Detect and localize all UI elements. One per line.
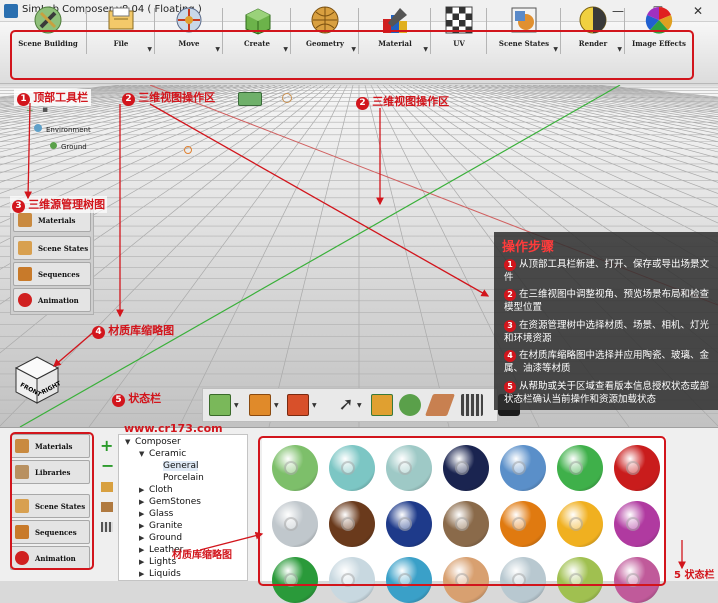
library-tree-label: Liquids: [149, 569, 181, 579]
annotation-viewport-right: 2 三维视图操作区: [356, 93, 449, 110]
scene-states-button[interactable]: Scene States: [13, 236, 91, 260]
ground-icon: [50, 142, 57, 149]
annotation-toolbar: 1 顶部工具栏: [14, 89, 92, 106]
library-tools: + −: [96, 434, 118, 544]
fit-view-icon[interactable]: [371, 394, 393, 416]
select-cube-icon[interactable]: [209, 394, 231, 416]
folder-icon[interactable]: [101, 482, 113, 492]
library-tree-item[interactable]: ▶ GemStones: [139, 497, 201, 507]
resource-panel: Materials Scene States Sequences Animati…: [10, 203, 94, 315]
status-bar-annotation-label: 5 状态栏: [674, 570, 715, 581]
library-tree-label: GemStones: [149, 497, 201, 507]
annotation-resource-tree: 3 三维源管理树图: [10, 196, 108, 213]
sequences-icon: [18, 267, 32, 281]
library-tree-label: Cloth: [149, 485, 173, 495]
library-tree-item[interactable]: General: [153, 461, 199, 471]
step-item: 4 在材质库缩略图中选择并应用陶瓷、玻璃、金属、油漆等材质: [504, 350, 710, 374]
library-tree-label: Granite: [149, 521, 183, 531]
camera-icon[interactable]: [238, 92, 262, 106]
chevron-right-icon[interactable]: ▶: [139, 570, 149, 578]
step-item: 3 在资源管理树中选择材质、场景、相机、灯光和环境资源: [504, 320, 710, 344]
library-tree-item[interactable]: ▼ Ceramic: [139, 449, 186, 459]
view-cube[interactable]: FRONT RIGHT: [14, 355, 63, 405]
chevron-down-icon[interactable]: ▼: [125, 438, 135, 446]
button-label: Scene States: [38, 244, 89, 253]
tree-item-label: Ground: [61, 143, 87, 151]
library-tree-label: Ceramic: [149, 449, 187, 459]
grid-toggle-icon[interactable]: [461, 394, 483, 416]
chevron-right-icon[interactable]: ▶: [139, 558, 149, 566]
library-tree-label: Glass: [149, 509, 174, 519]
annotation-thumbnails: 4 材质库缩略图: [92, 322, 174, 339]
step-item: 2 在三维视图中调整视角、预览场景布局和检查模型位置: [504, 289, 710, 313]
floor-icon[interactable]: [424, 394, 456, 416]
library-tree-label: Composer: [135, 437, 181, 447]
chevron-right-icon[interactable]: ▶: [139, 498, 149, 506]
step-item: 5 从帮助或关于区域查看版本信息授权状态或部状态栏确认当前操作和资源加载状态: [504, 381, 710, 405]
library-tree-item[interactable]: ▶ Cloth: [139, 485, 173, 495]
library-tree-item[interactable]: ▶ Lights: [139, 557, 176, 567]
add-icon[interactable]: +: [100, 436, 113, 455]
animation-button[interactable]: Animation: [13, 288, 91, 312]
materials-icon: [18, 213, 32, 227]
library-tree-item[interactable]: ▶ Granite: [139, 521, 182, 531]
import-icon[interactable]: [101, 502, 113, 512]
chevron-down-icon[interactable]: ▼: [234, 402, 239, 409]
chevron-down-icon[interactable]: ▼: [357, 402, 362, 409]
steps-panel: 操作步骤 1 从顶部工具栏新建、打开、保存或导出场景文件 2 在三维视图中调整视角、…: [494, 232, 718, 410]
library-tree-label: Porcelain: [163, 473, 204, 483]
pointer-icon[interactable]: ➚: [335, 394, 357, 416]
chevron-down-icon[interactable]: ▼: [274, 402, 279, 409]
plane-icon[interactable]: [249, 394, 271, 416]
box-icon[interactable]: [287, 394, 309, 416]
button-label: Sequences: [38, 270, 80, 279]
library-tree-item[interactable]: ▶ Liquids: [139, 569, 181, 579]
chevron-right-icon[interactable]: ▶: [139, 510, 149, 518]
chevron-right-icon[interactable]: ▶: [139, 522, 149, 530]
tree-item-label: Environment: [46, 126, 91, 134]
button-label: Materials: [38, 216, 76, 225]
tree-item-ground[interactable]: Ground: [50, 142, 87, 151]
annotation-viewport-left: 2 三维视图操作区: [122, 89, 215, 106]
view-mode-icon[interactable]: [101, 522, 113, 532]
viewport-toolbar: ▼ ▼ ▼ ➚ ▼: [202, 388, 498, 422]
globe-icon: [34, 124, 42, 132]
step-item: 1 从顶部工具栏新建、打开、保存或导出场景文件: [504, 259, 710, 283]
watermark: www.cr173.com: [124, 422, 223, 435]
chevron-right-icon[interactable]: ▶: [139, 486, 149, 494]
tree-item-environment[interactable]: Environment: [34, 124, 91, 134]
scene-states-icon: [18, 241, 32, 255]
library-tree-label: General: [163, 461, 199, 471]
light-icon[interactable]: [282, 93, 292, 103]
chevron-down-icon[interactable]: ▼: [312, 402, 317, 409]
annotation-status-bar: 5 状态栏: [112, 390, 161, 407]
target-icon[interactable]: [184, 146, 192, 154]
tree-toggle-icon[interactable]: ▪: [42, 105, 48, 115]
library-tree-item[interactable]: ▶ Ground: [139, 533, 182, 543]
remove-icon[interactable]: −: [101, 456, 114, 475]
library-tree-item[interactable]: ▶ Glass: [139, 509, 173, 519]
library-tree-item[interactable]: Porcelain: [153, 473, 204, 483]
thumbnails-highlight-box: [258, 436, 666, 586]
chevron-down-icon[interactable]: ▼: [139, 450, 149, 458]
button-label: Animation: [38, 296, 79, 305]
chevron-right-icon[interactable]: ▶: [139, 534, 149, 542]
add-icon[interactable]: +: [26, 106, 34, 116]
steps-heading: 操作步骤: [502, 240, 555, 255]
library-tree-item[interactable]: ▼ Composer: [125, 437, 181, 447]
sequences-button[interactable]: Sequences: [13, 262, 91, 286]
library-buttons-highlight-box: [10, 432, 94, 570]
chevron-right-icon[interactable]: ▶: [139, 546, 149, 554]
library-tree-label: Ground: [149, 533, 183, 543]
thumbnail-annotation-label: 材质库缩略图: [172, 550, 232, 561]
zoom-icon[interactable]: [399, 394, 421, 416]
animation-icon: [18, 293, 32, 307]
toolbar-highlight-box: [10, 30, 694, 80]
